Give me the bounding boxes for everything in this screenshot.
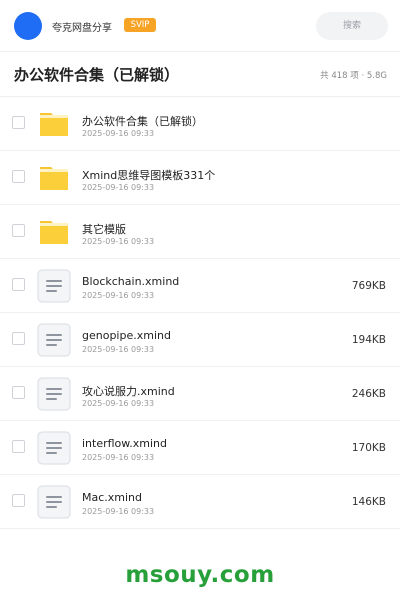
file-date: 2025-09-16 09:33 <box>82 345 155 354</box>
file-name: Xmind思维导图模板331个 <box>82 169 216 182</box>
file-size: 769KB <box>351 280 386 292</box>
file-date: 2025-09-16 09:33 <box>82 183 155 192</box>
avatar[interactable] <box>14 12 42 40</box>
file-row[interactable]: Blockchain.xmind 2025-09-16 09:33 769KB <box>0 259 400 313</box>
search-button[interactable]: 搜索 <box>316 12 388 40</box>
svip-badge: SVIP <box>124 18 156 32</box>
file-row[interactable]: Mac.xmind 2025-09-16 09:33 146KB <box>0 475 400 529</box>
row-checkbox[interactable] <box>12 386 25 399</box>
row-checkbox[interactable] <box>12 494 25 507</box>
document-icon <box>37 323 71 357</box>
file-date: 2025-09-16 09:33 <box>82 453 155 462</box>
document-icon <box>37 269 71 303</box>
folder-meta: 共 418 项 · 5.8G <box>320 71 387 81</box>
file-row[interactable]: genopipe.xmind 2025-09-16 09:33 194KB <box>0 313 400 367</box>
file-row[interactable]: Xmind思维导图模板331个 2025-09-16 09:33 <box>0 151 400 205</box>
row-checkbox[interactable] <box>12 332 25 345</box>
row-checkbox[interactable] <box>12 278 25 291</box>
file-size: 170KB <box>351 442 386 454</box>
file-name: Blockchain.xmind <box>82 275 180 288</box>
file-date: 2025-09-16 09:33 <box>82 237 155 246</box>
file-row[interactable]: 其它模版 2025-09-16 09:33 <box>0 205 400 259</box>
file-name: 办公软件合集（已解锁） <box>82 115 203 128</box>
row-checkbox[interactable] <box>12 224 25 237</box>
folder-bar: 办公软件合集（已解锁） 共 418 项 · 5.8G <box>0 52 400 97</box>
document-icon <box>37 485 71 519</box>
file-size: 194KB <box>351 334 386 346</box>
file-date: 2025-09-16 09:33 <box>82 507 155 516</box>
app-name: 夸克网盘分享 <box>52 23 112 34</box>
file-name: 攻心说服力.xmind <box>82 385 175 398</box>
file-list: 办公软件合集（已解锁） 2025-09-16 09:33 Xmind思维导图模板33… <box>0 97 400 529</box>
document-icon <box>37 377 71 411</box>
file-name: interflow.xmind <box>82 437 168 450</box>
file-size: 146KB <box>351 496 386 508</box>
file-size: 246KB <box>351 388 386 400</box>
file-name: Mac.xmind <box>82 491 143 504</box>
file-name: 其它模版 <box>82 223 126 236</box>
folder-icon <box>37 107 71 141</box>
folder-icon <box>37 161 71 195</box>
document-icon <box>37 431 71 465</box>
file-date: 2025-09-16 09:33 <box>82 291 155 300</box>
file-row[interactable]: interflow.xmind 2025-09-16 09:33 170KB <box>0 421 400 475</box>
folder-icon <box>37 215 71 249</box>
row-checkbox[interactable] <box>12 440 25 453</box>
page-title: 办公软件合集（已解锁） <box>14 66 180 84</box>
file-date: 2025-09-16 09:33 <box>82 129 155 138</box>
site-watermark: msouy.com <box>125 562 275 588</box>
file-date: 2025-09-16 09:33 <box>82 399 155 408</box>
file-row[interactable]: 办公软件合集（已解锁） 2025-09-16 09:33 <box>0 97 400 151</box>
app-header: 夸克网盘分享 SVIP 搜索 <box>0 0 400 52</box>
file-row[interactable]: 攻心说服力.xmind 2025-09-16 09:33 246KB <box>0 367 400 421</box>
file-name: genopipe.xmind <box>82 329 171 342</box>
row-checkbox[interactable] <box>12 116 25 129</box>
row-checkbox[interactable] <box>12 170 25 183</box>
